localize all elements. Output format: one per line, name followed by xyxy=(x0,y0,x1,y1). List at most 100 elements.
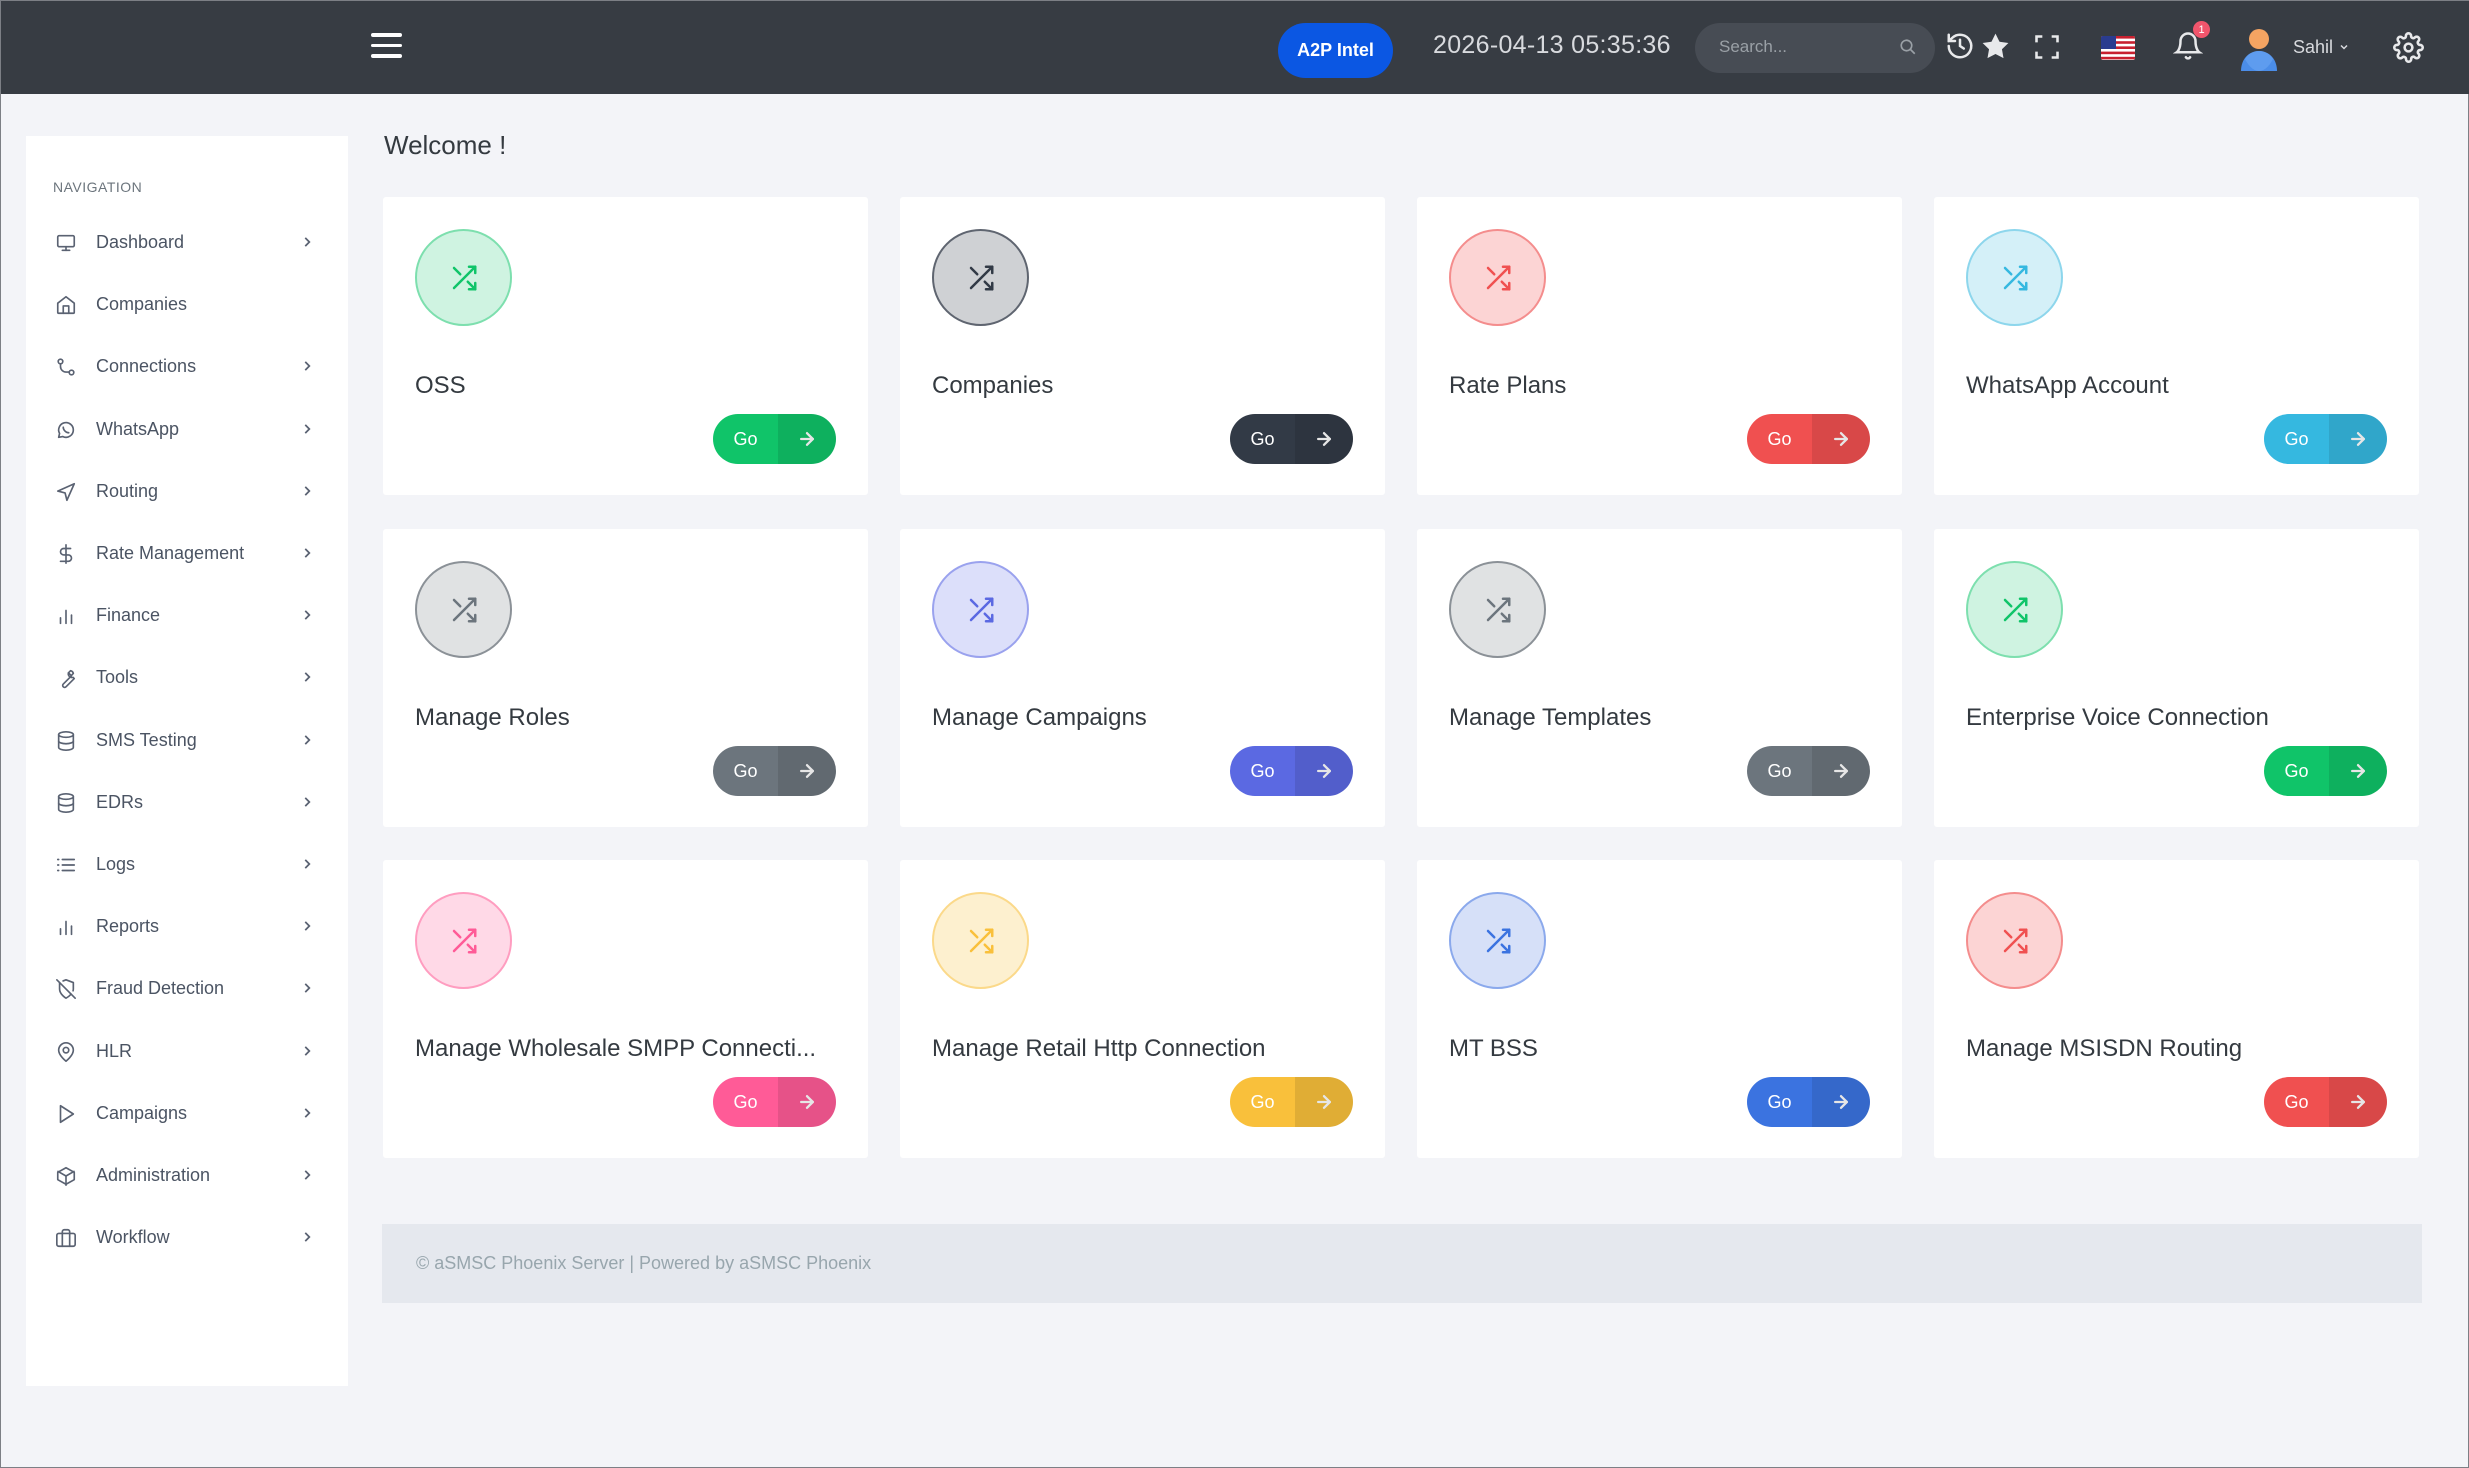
go-label: Go xyxy=(2264,414,2329,464)
dollar-icon xyxy=(55,543,77,565)
monitor-icon xyxy=(55,232,77,254)
chevron-right-icon xyxy=(300,919,314,938)
username-dropdown[interactable]: Sahil xyxy=(2293,37,2350,58)
go-button[interactable]: Go xyxy=(2264,1077,2387,1127)
a2p-intel-badge[interactable]: A2P Intel xyxy=(1278,23,1393,78)
go-button[interactable]: Go xyxy=(1747,746,1870,796)
go-button[interactable]: Go xyxy=(713,414,836,464)
go-button[interactable]: Go xyxy=(1747,1077,1870,1127)
sidebar-item-edrs[interactable]: EDRs xyxy=(26,778,348,828)
card-manage-roles: Manage Roles Go xyxy=(383,529,868,827)
sidebar-item-label: Tools xyxy=(96,667,139,688)
us-flag-icon[interactable] xyxy=(2101,36,2135,60)
go-button[interactable]: Go xyxy=(1230,1077,1353,1127)
card-title: OSS xyxy=(415,372,466,399)
footer-text: © aSMSC Phoenix Server | Powered by aSMS… xyxy=(416,1253,872,1273)
arrow-right-icon xyxy=(1295,414,1353,464)
sidebar-item-rate-management[interactable]: Rate Management xyxy=(26,529,348,579)
sidebar-item-hlr[interactable]: HLR xyxy=(26,1027,348,1077)
sidebar-item-dashboard[interactable]: Dashboard xyxy=(26,218,348,268)
chevron-right-icon xyxy=(300,235,314,254)
card-whatsapp-account: WhatsApp Account Go xyxy=(1934,197,2419,495)
sidebar-item-reports[interactable]: Reports xyxy=(26,902,348,952)
go-label: Go xyxy=(1230,1077,1295,1127)
nav-section-title: NAVIGATION xyxy=(53,179,143,195)
card-title: Enterprise Voice Connection xyxy=(1966,704,2269,731)
shuffle-icon xyxy=(1449,892,1546,989)
sidebar-item-label: Companies xyxy=(96,294,188,315)
footer: © aSMSC Phoenix Server | Powered by aSMS… xyxy=(382,1224,2422,1303)
card-mt-bss: MT BSS Go xyxy=(1417,860,1902,1158)
go-button[interactable]: Go xyxy=(713,1077,836,1127)
card-title: Manage Campaigns xyxy=(932,704,1147,731)
shuffle-icon xyxy=(1966,229,2063,326)
sidebar-item-whatsapp[interactable]: WhatsApp xyxy=(26,405,348,455)
shuffle-icon xyxy=(932,561,1029,658)
star-icon[interactable] xyxy=(1980,31,2011,67)
package-icon xyxy=(55,1165,77,1187)
arrow-right-icon xyxy=(1295,1077,1353,1127)
bar-chart-icon xyxy=(55,916,77,938)
search-box[interactable] xyxy=(1695,23,1935,73)
card-manage-retail-http-connection: Manage Retail Http Connection Go xyxy=(900,860,1385,1158)
go-button[interactable]: Go xyxy=(2264,746,2387,796)
menu-toggle-icon[interactable] xyxy=(371,33,402,58)
sidebar-item-tools[interactable]: Tools xyxy=(26,653,348,703)
bar-chart-icon xyxy=(55,605,77,627)
go-label: Go xyxy=(1230,746,1295,796)
sidebar-item-companies[interactable]: Companies xyxy=(26,280,348,330)
sidebar-item-sms-testing[interactable]: SMS Testing xyxy=(26,716,348,766)
sidebar-item-administration[interactable]: Administration xyxy=(26,1151,348,1201)
sidebar-item-campaigns[interactable]: Campaigns xyxy=(26,1089,348,1139)
chevron-down-icon xyxy=(2340,44,2348,50)
shuffle-icon xyxy=(1966,892,2063,989)
list-icon xyxy=(55,854,77,876)
sidebar-item-logs[interactable]: Logs xyxy=(26,840,348,890)
go-button[interactable]: Go xyxy=(1230,746,1353,796)
sidebar-item-label: WhatsApp xyxy=(96,418,180,439)
shuffle-icon xyxy=(1966,561,2063,658)
search-icon[interactable] xyxy=(1899,38,1917,61)
notification-count-badge: 1 xyxy=(2193,21,2210,38)
avatar[interactable] xyxy=(2239,27,2279,71)
sidebar-item-label: Routing xyxy=(96,480,159,501)
card-title: Manage Retail Http Connection xyxy=(932,1035,1266,1062)
chevron-right-icon xyxy=(300,422,314,441)
sidebar-item-label: SMS Testing xyxy=(96,729,197,750)
username-label: Sahil xyxy=(2293,37,2334,57)
card-title: Rate Plans xyxy=(1449,372,1567,399)
go-label: Go xyxy=(713,414,778,464)
sidebar-item-fraud-detection[interactable]: Fraud Detection xyxy=(26,964,348,1014)
arrow-right-icon xyxy=(1812,1077,1870,1127)
go-button[interactable]: Go xyxy=(713,746,836,796)
gear-icon[interactable] xyxy=(2393,32,2424,68)
whatsapp-icon xyxy=(55,419,77,441)
search-input[interactable] xyxy=(1719,37,1899,57)
card-companies: Companies Go xyxy=(900,197,1385,495)
sidebar-item-label: Fraud Detection xyxy=(96,978,225,999)
sidebar-item-routing[interactable]: Routing xyxy=(26,467,348,517)
sidebar-item-workflow[interactable]: Workflow xyxy=(26,1213,348,1263)
arrow-right-icon xyxy=(1812,414,1870,464)
card-manage-campaigns: Manage Campaigns Go xyxy=(900,529,1385,827)
card-manage-wholesale-smpp-connecti: Manage Wholesale SMPP Connecti... Go xyxy=(383,860,868,1158)
go-button[interactable]: Go xyxy=(1230,414,1353,464)
go-button[interactable]: Go xyxy=(1747,414,1870,464)
fullscreen-icon[interactable] xyxy=(2033,33,2061,66)
home-icon xyxy=(55,294,77,316)
card-title: Manage Templates xyxy=(1449,704,1652,731)
go-button[interactable]: Go xyxy=(2264,414,2387,464)
chevron-right-icon xyxy=(300,359,314,378)
arrow-right-icon xyxy=(2329,746,2387,796)
sidebar-item-label: Dashboard xyxy=(96,232,185,252)
sidebar-item-connections[interactable]: Connections xyxy=(26,342,348,392)
arrow-right-icon xyxy=(778,746,836,796)
card-manage-msisdn-routing: Manage MSISDN Routing Go xyxy=(1934,860,2419,1158)
play-icon xyxy=(55,1103,77,1125)
arrow-right-icon xyxy=(2329,1077,2387,1127)
shuffle-icon xyxy=(1449,561,1546,658)
history-icon[interactable] xyxy=(1945,31,1975,66)
chevron-right-icon xyxy=(300,1168,314,1187)
sidebar-item-finance[interactable]: Finance xyxy=(26,591,348,641)
shuffle-icon xyxy=(415,561,512,658)
